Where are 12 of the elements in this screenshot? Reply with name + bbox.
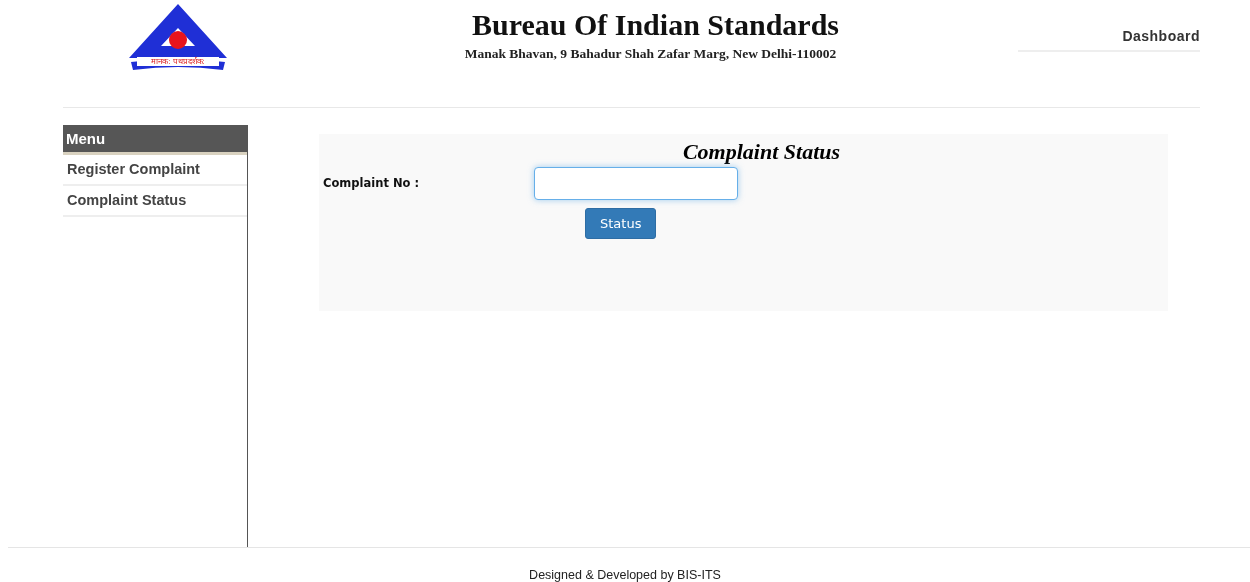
- site-address: Manak Bhavan, 9 Bahadur Shah Zafar Marg, New Delhi-110002: [464, 46, 837, 62]
- logo-motto: मानक: पथप्रदर्शक:: [151, 57, 205, 66]
- menu-item[interactable]: Complaint Status: [63, 186, 247, 217]
- site-title: Bureau Of Indian Standards: [471, 8, 840, 42]
- footer-credit: Designed & Developed by BIS-ITS: [529, 568, 722, 582]
- status-button[interactable]: Status: [585, 208, 657, 239]
- dashboard-link[interactable]: Dashboard: [1018, 28, 1200, 52]
- field-label: Complaint No :: [322, 175, 420, 190]
- complaint-number-field[interactable]: [534, 167, 738, 200]
- menu-item[interactable]: Register Complaint: [63, 155, 247, 186]
- menu-heading: Menu: [63, 125, 247, 155]
- form-title: Complaint Status: [681, 139, 842, 165]
